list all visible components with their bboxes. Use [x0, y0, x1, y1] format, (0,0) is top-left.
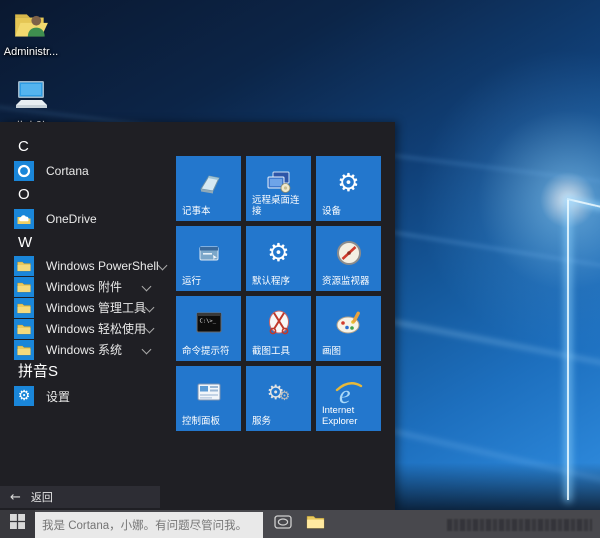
chevron-down-icon[interactable] — [157, 261, 167, 271]
paint-icon — [333, 308, 365, 338]
chevron-down-icon[interactable] — [145, 303, 155, 313]
app-folder-icon — [14, 277, 34, 297]
app-list-item-label: 设置 — [46, 388, 70, 405]
tile-grid: 记事本 远程桌面连接 ⚙ 设备运行 ⚙ 默认程序 资源监视器 C:\>_ 命令提示符 截图工具 画图… — [176, 156, 381, 431]
gear-icon: ⚙ — [333, 168, 365, 198]
tile-label: 服务 — [252, 417, 307, 428]
task-view-button[interactable] — [270, 510, 296, 538]
start-tile[interactable]: 资源监视器 — [316, 226, 381, 291]
chevron-down-icon[interactable] — [142, 345, 152, 355]
back-label: 返回 — [31, 489, 53, 505]
app-folder-icon — [14, 319, 34, 339]
window-logo-edge — [567, 200, 569, 500]
search-placeholder-text: 我是 Cortana，小娜。有问题尽管问我。 — [42, 517, 247, 533]
taskbar: 我是 Cortana，小娜。有问题尽管问我。 — [0, 510, 600, 538]
app-list-item[interactable]: Windows PowerShell — [14, 255, 170, 276]
watermark — [447, 519, 592, 531]
tile-label: Internet Explorer — [322, 406, 377, 427]
gear-icon: ⚙ — [263, 238, 295, 268]
app-folder-icon — [14, 256, 34, 276]
app-section-header[interactable]: 拼音S — [14, 360, 170, 384]
start-tile[interactable]: 画图 — [316, 296, 381, 361]
desktop-icon-label: Administr... — [2, 46, 60, 58]
start-tile[interactable]: 运行 — [176, 226, 241, 291]
app-list-item[interactable]: Windows 附件 — [14, 276, 170, 297]
run-icon — [193, 238, 225, 268]
app-list-item[interactable]: Windows 系统 — [14, 339, 170, 360]
remote-desktop-icon — [263, 168, 295, 198]
start-tile[interactable]: ⚙⚙ 服务 — [246, 366, 311, 431]
resource-monitor-icon — [333, 238, 365, 268]
tile-label: 画图 — [322, 347, 377, 358]
start-tile[interactable]: C:\>_ 命令提示符 — [176, 296, 241, 361]
start-tile[interactable]: 控制面板 — [176, 366, 241, 431]
notepad-icon — [193, 168, 225, 198]
app-section-header[interactable]: W — [14, 231, 170, 255]
app-list-item[interactable]: ⚙ 设置 — [14, 384, 170, 408]
app-folder-icon — [14, 298, 34, 318]
tile-label: 记事本 — [182, 207, 237, 218]
app-list-item[interactable]: OneDrive — [14, 207, 170, 231]
back-arrow-icon: ← — [10, 490, 21, 505]
app-list-item-label: Windows 管理工具 — [46, 299, 146, 316]
app-list-item-label: Windows PowerShell — [46, 259, 159, 273]
start-tile[interactable]: 记事本 — [176, 156, 241, 221]
tile-label: 设备 — [322, 207, 377, 218]
app-list-item[interactable]: Cortana — [14, 159, 170, 183]
cortana-search-input[interactable]: 我是 Cortana，小娜。有问题尽管问我。 — [35, 512, 263, 538]
tile-label: 命令提示符 — [182, 347, 237, 358]
window-logo-edge — [567, 198, 600, 208]
tile-label: 截图工具 — [252, 347, 307, 358]
control-panel-icon — [193, 378, 225, 408]
file-explorer-button[interactable] — [302, 510, 328, 538]
app-list-item[interactable]: Windows 管理工具 — [14, 297, 170, 318]
svg-text:C:\>_: C:\>_ — [199, 318, 216, 324]
app-list-item-label: Windows 附件 — [46, 278, 122, 295]
app-section-header[interactable]: C — [14, 135, 170, 159]
app-list-item-label: Windows 轻松使用 — [46, 320, 146, 337]
app-list-item-label: Windows 系统 — [46, 341, 122, 358]
tile-label: 控制面板 — [182, 417, 237, 428]
app-list-item-label: OneDrive — [46, 212, 97, 226]
start-button[interactable] — [0, 510, 35, 538]
this-pc-icon — [12, 80, 50, 116]
task-view-icon — [274, 515, 292, 534]
start-tile[interactable]: 截图工具 — [246, 296, 311, 361]
app-list-item[interactable]: Windows 轻松使用 — [14, 318, 170, 339]
start-menu: C Cortana O OneDrive W Windows PowerShell Wind… — [0, 122, 395, 510]
app-folder-icon — [14, 340, 34, 360]
tile-label: 运行 — [182, 277, 237, 288]
settings-icon: ⚙ — [14, 386, 34, 406]
cortana-icon — [14, 161, 34, 181]
start-tile[interactable]: eInternet Explorer — [316, 366, 381, 431]
tile-label: 默认程序 — [252, 277, 307, 288]
screen: Administr... 此电脑 CCortanaOOneDriveWWindo… — [0, 0, 600, 538]
cmd-icon: C:\>_ — [193, 308, 225, 338]
snipping-tool-icon — [263, 308, 295, 338]
chevron-down-icon[interactable] — [145, 324, 155, 334]
user-folder-icon — [12, 8, 50, 44]
chevron-down-icon[interactable] — [142, 282, 152, 292]
tile-label: 资源监视器 — [322, 277, 377, 288]
desktop-icon-administrator[interactable]: Administr... — [2, 8, 60, 58]
start-tile[interactable]: ⚙ 设备 — [316, 156, 381, 221]
windows-logo-icon — [10, 514, 25, 534]
ie-icon: e — [333, 378, 365, 408]
back-button[interactable]: ← 返回 — [0, 486, 160, 508]
start-tile[interactable]: 远程桌面连接 — [246, 156, 311, 221]
onedrive-icon — [14, 209, 34, 229]
app-section-header[interactable]: O — [14, 183, 170, 207]
start-tile[interactable]: ⚙ 默认程序 — [246, 226, 311, 291]
tile-label: 远程桌面连接 — [252, 196, 307, 217]
app-list: C Cortana O OneDrive W Windows PowerShell Wind… — [0, 122, 170, 408]
services-icon: ⚙⚙ — [263, 378, 295, 408]
file-explorer-icon — [306, 514, 325, 534]
app-list-item-label: Cortana — [46, 164, 89, 178]
